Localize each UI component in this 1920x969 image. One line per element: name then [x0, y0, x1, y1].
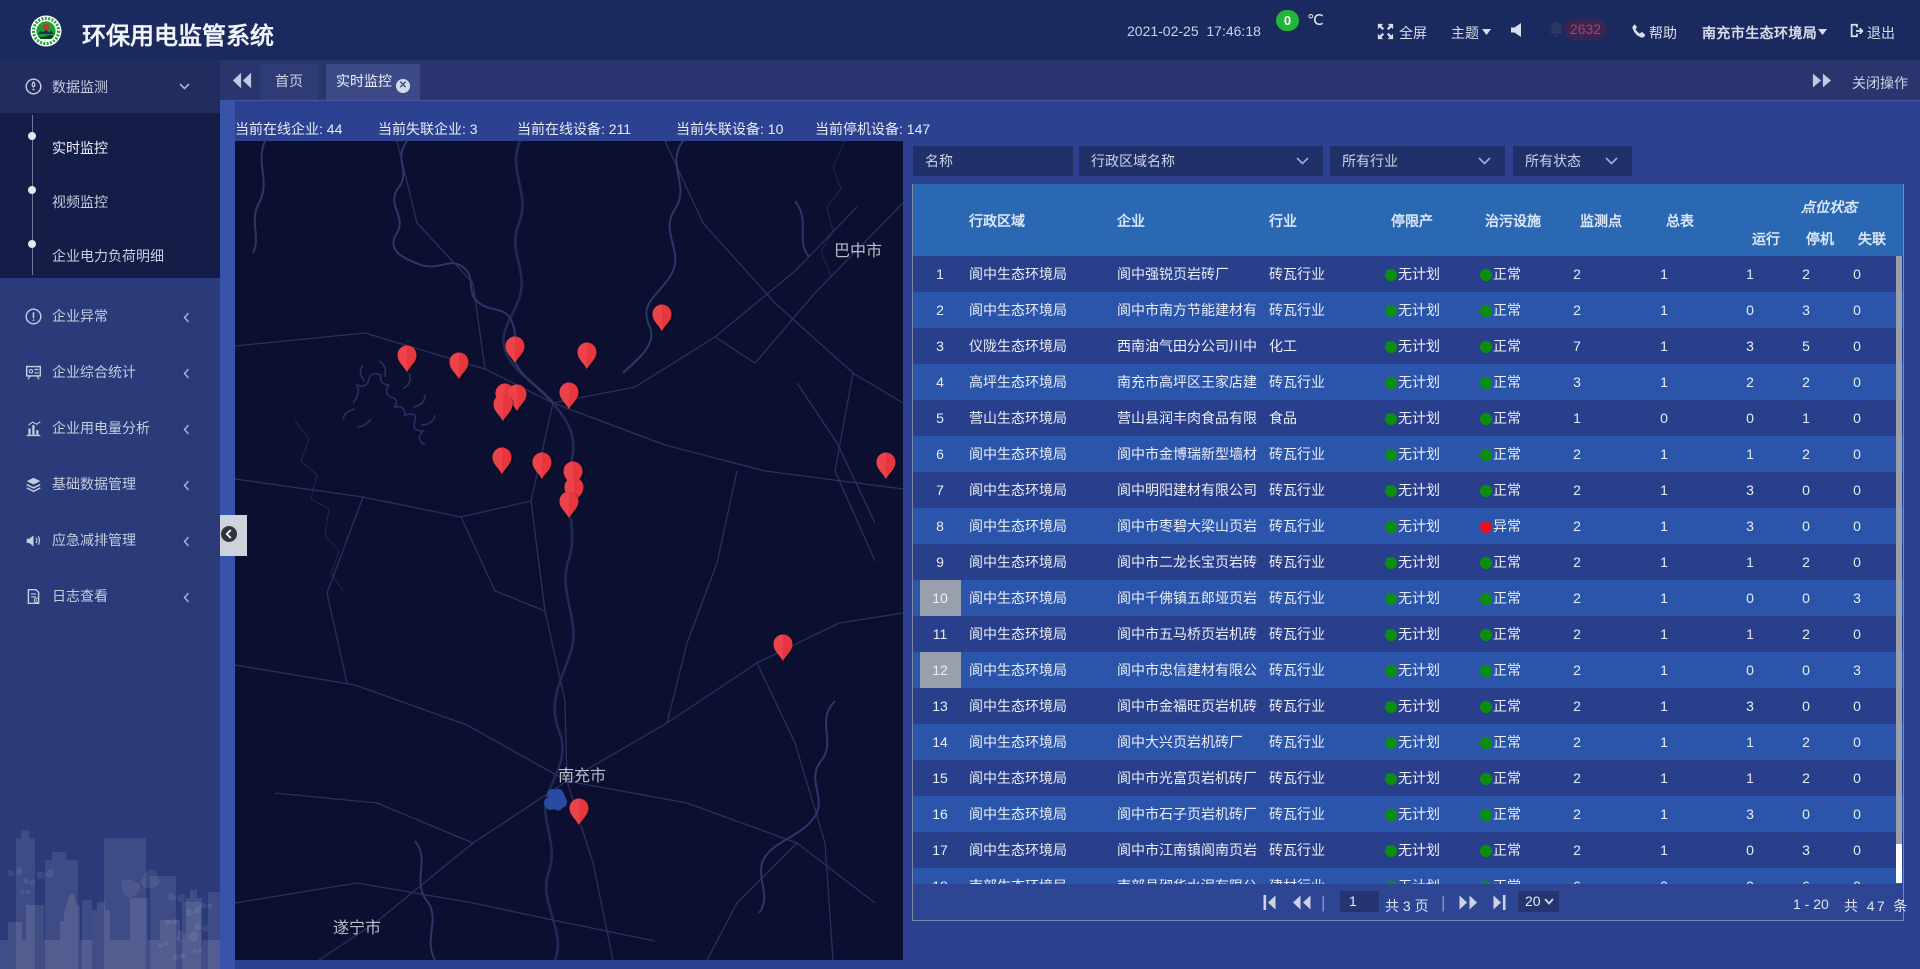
svg-text:南充市: 南充市 [558, 767, 606, 785]
svg-text:遂宁市: 遂宁市 [333, 919, 381, 937]
svg-text:巴中市: 巴中市 [834, 242, 882, 260]
